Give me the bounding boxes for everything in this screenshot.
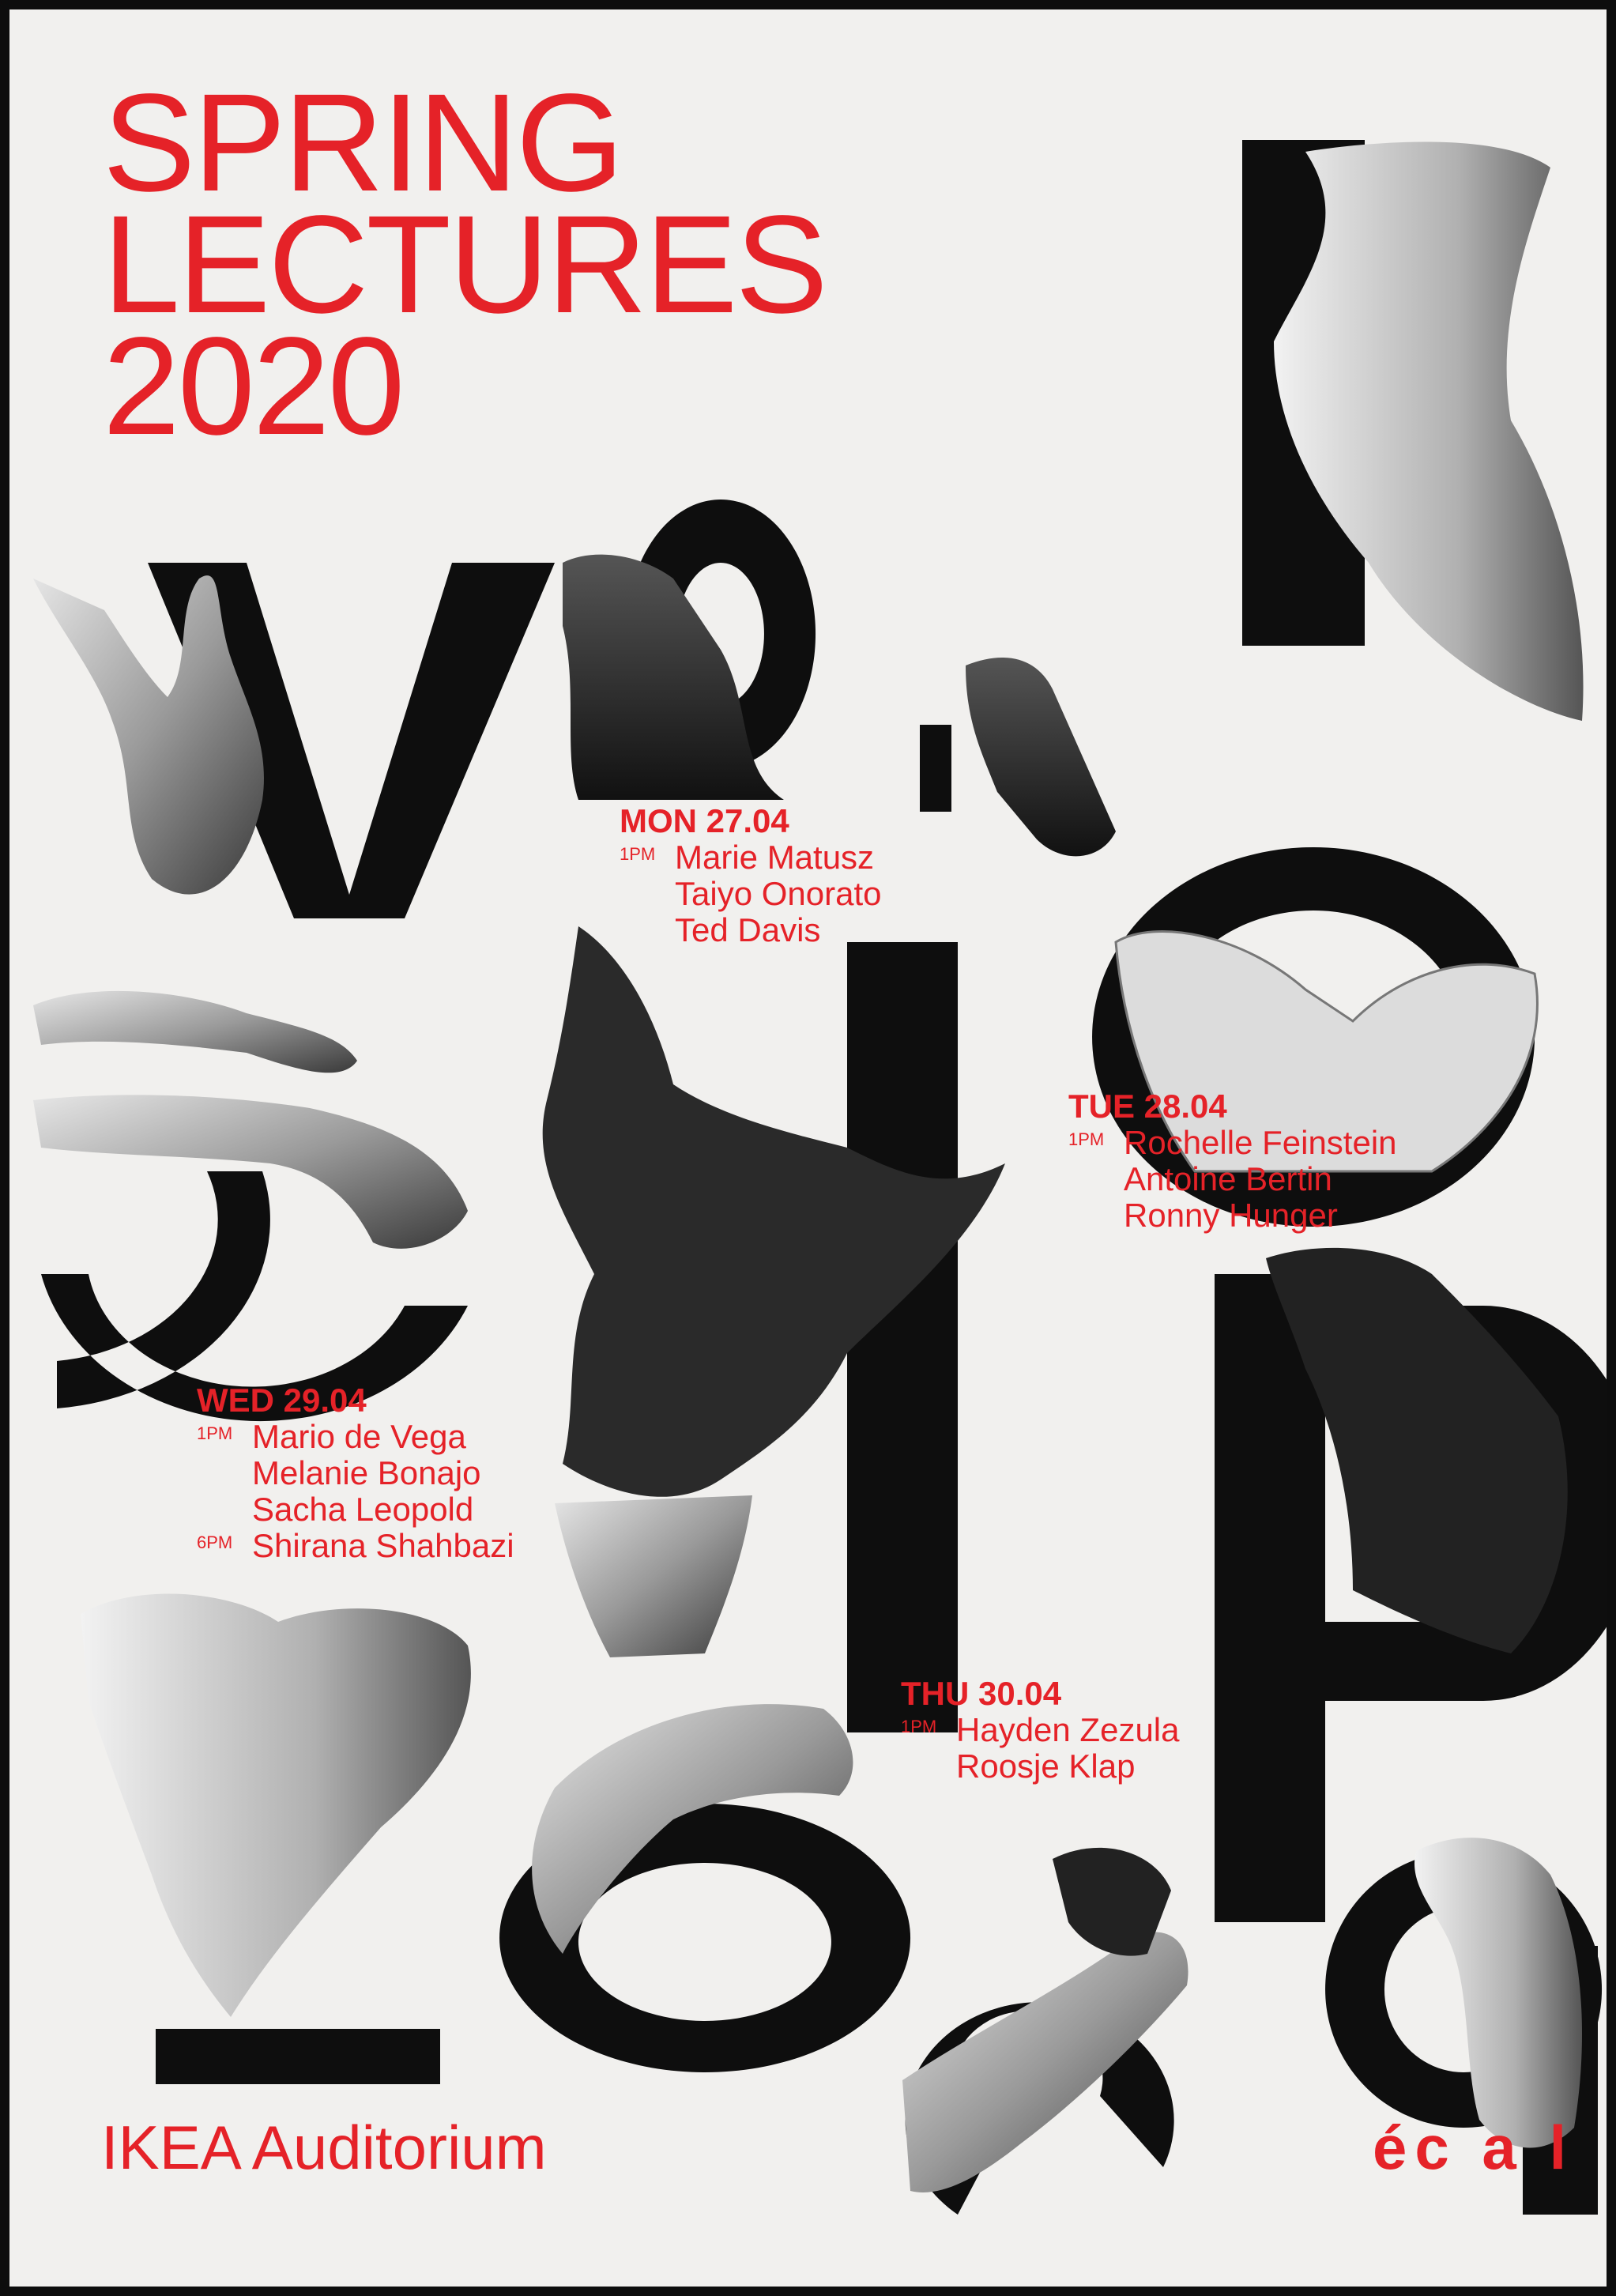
speaker-list: Mario de Vega Melanie Bonajo Sacha Leopo… (252, 1419, 481, 1528)
schedule-mon: MON 27.04 1PM Marie Matusz Taiyo Onorato… (620, 803, 881, 948)
day-label-thu: THU 30.04 (901, 1675, 1062, 1712)
speaker-name: Antoine Bertin (1124, 1160, 1332, 1197)
slot-row: 1PM Hayden Zezula Roosje Klap (901, 1712, 1180, 1785)
slot-time: 1PM (620, 844, 656, 864)
slot-time: 1PM (1068, 1129, 1105, 1149)
photo-horn (1414, 1838, 1582, 2148)
title-line-3: 2020 (103, 309, 405, 464)
ecal-logo: éc a l (1373, 2113, 1575, 2182)
poster: SPRING LECTURES 2020 MON 27.04 1PM Marie… (9, 9, 1607, 2287)
speaker-list: Hayden Zezula Roosje Klap (956, 1712, 1180, 1785)
speaker-list: Rochelle Feinstein Antoine Bertin Ronny … (1124, 1125, 1397, 1234)
photo-robot-arm-s2 (33, 1095, 468, 1249)
slot-time: 1PM (901, 1717, 937, 1736)
day-label-tue: TUE 28.04 (1068, 1088, 1227, 1125)
speaker-name: Rochelle Feinstein (1124, 1124, 1397, 1161)
speaker-list: Marie Matusz Taiyo Onorato Ted Davis (675, 839, 881, 948)
slot-row: 6PM Shirana Shahbazi (197, 1528, 514, 1564)
slot-row: 1PM Marie Matusz Taiyo Onorato Ted Davis (620, 839, 881, 948)
photo-dark-sofa (1266, 1247, 1568, 1653)
speaker-name: Hayden Zezula (956, 1711, 1180, 1748)
title-line-1: SPRING (103, 66, 624, 221)
slot-row: 1PM Rochelle Feinstein Antoine Bertin Ro… (1068, 1125, 1397, 1234)
photo-robot-arm-s (33, 990, 357, 1073)
photo-saw (902, 1932, 1188, 2192)
speaker-name: Melanie Bonajo (252, 1454, 481, 1491)
speaker-name: Shirana Shahbazi (252, 1527, 514, 1564)
photo-burrito (81, 1593, 471, 2017)
photo-fabric-shoe (1274, 141, 1584, 721)
speaker-name: Taiyo Onorato (675, 875, 882, 912)
speaker-name: Roosje Klap (956, 1747, 1136, 1785)
schedule-tue: TUE 28.04 1PM Rochelle Feinstein Antoine… (1068, 1088, 1397, 1234)
schedule-thu: THU 30.04 1PM Hayden Zezula Roosje Klap (901, 1676, 1180, 1785)
photo-plant-leaves (542, 926, 1005, 1497)
speaker-list: Shirana Shahbazi (252, 1528, 514, 1564)
speaker-name: Sacha Leopold (252, 1491, 474, 1528)
photo-robot-arm-top (33, 575, 264, 895)
speaker-name: Marie Matusz (675, 839, 875, 876)
schedule-wed: WED 29.04 1PM Mario de Vega Melanie Bona… (197, 1382, 514, 1564)
day-label-mon: MON 27.04 (620, 802, 789, 839)
slot-time: 6PM (197, 1533, 233, 1552)
slot-time: 1PM (197, 1423, 233, 1443)
photo-tube-chair (532, 1704, 853, 1954)
venue-label: IKEA Auditorium (101, 2113, 547, 2182)
poster-title: SPRING LECTURES 2020 (103, 66, 828, 464)
speaker-name: Ted Davis (675, 911, 821, 948)
speaker-name: Mario de Vega (252, 1418, 466, 1455)
photo-plant-pot (555, 1495, 752, 1657)
title-line-2: LECTURES (103, 187, 828, 342)
speaker-name: Ronny Hunger (1124, 1197, 1338, 1234)
photo-toy-ride (966, 658, 1116, 857)
photo-car-seat (563, 554, 784, 800)
slot-row: 1PM Mario de Vega Melanie Bonajo Sacha L… (197, 1419, 514, 1528)
day-label-wed: WED 29.04 (197, 1382, 367, 1419)
